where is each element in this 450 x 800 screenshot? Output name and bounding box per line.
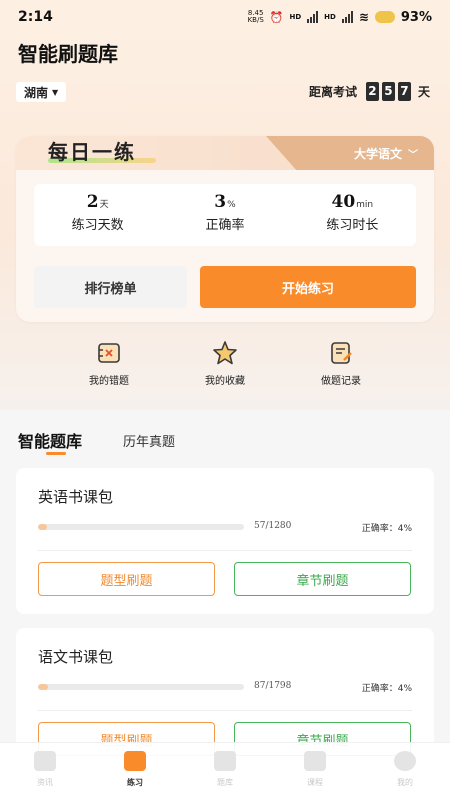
chevron-down-icon: ﹀ bbox=[408, 149, 418, 161]
nav-item-bank[interactable]: 题库 bbox=[180, 743, 270, 800]
carrier2-label: HD bbox=[324, 13, 336, 21]
countdown-digit: 2 bbox=[365, 82, 379, 101]
practice-by-type-button[interactable]: 题型刷题 bbox=[38, 562, 215, 596]
quick-link-records[interactable]: 做题记录 bbox=[291, 340, 391, 387]
weather-cloud-icon bbox=[374, 11, 395, 23]
start-practice-button[interactable]: 开始练习 bbox=[200, 266, 416, 308]
battery-level: 93% bbox=[400, 9, 432, 25]
progress-count: 87/1798 bbox=[254, 681, 292, 691]
stat-duration: 40min 练习时长 bbox=[326, 192, 379, 233]
progress-fill bbox=[38, 524, 48, 530]
practice-by-chapter-button[interactable]: 章节刷题 bbox=[234, 562, 411, 596]
progress-bar bbox=[38, 684, 244, 690]
star-icon bbox=[212, 340, 238, 366]
signal-icon bbox=[307, 11, 319, 23]
countdown-suffix: 天 bbox=[417, 85, 430, 99]
stat-practice-days: 2天 练习天数 bbox=[71, 192, 124, 233]
region-label: 湖南 bbox=[24, 85, 49, 100]
practice-icon bbox=[124, 751, 146, 771]
nav-item-news[interactable]: 资讯 bbox=[0, 743, 90, 800]
tab-smart-bank[interactable]: 智能题库 bbox=[18, 428, 82, 452]
daily-title: 每日一练 bbox=[48, 140, 136, 164]
accuracy-label: 正确率：4% bbox=[361, 524, 412, 534]
page-title: 智能刷题库 bbox=[18, 42, 118, 66]
video-icon bbox=[304, 751, 326, 771]
exam-countdown: 距离考试 2 5 7 天 bbox=[309, 82, 430, 101]
signal2-icon bbox=[341, 11, 353, 23]
book-icon bbox=[214, 751, 236, 771]
alarm-icon: ⏰ bbox=[269, 10, 284, 24]
countdown-digit: 7 bbox=[397, 82, 411, 101]
stat-accuracy: 3% 正确率 bbox=[205, 192, 245, 233]
active-tab-indicator bbox=[46, 452, 66, 455]
nav-item-practice[interactable]: 练习 bbox=[90, 743, 180, 800]
progress-count: 57/1280 bbox=[254, 521, 292, 531]
accuracy-label: 正确率：4% bbox=[361, 684, 412, 694]
status-bar: 2:14 8.45 KB/S ⏰ HD HD ≋ 93% bbox=[0, 0, 450, 34]
nav-item-profile[interactable]: 我的 bbox=[360, 743, 450, 800]
progress-bar bbox=[38, 524, 244, 530]
quick-link-favorites[interactable]: 我的收藏 bbox=[175, 340, 275, 387]
news-icon bbox=[34, 751, 56, 771]
region-selector[interactable]: 湖南 ▼ bbox=[16, 82, 67, 102]
pack-name: 语文书课包 bbox=[38, 648, 114, 666]
record-icon bbox=[328, 340, 354, 366]
pack-name: 英语书课包 bbox=[38, 488, 114, 506]
caret-down-icon: ▼ bbox=[52, 87, 59, 97]
countdown-prefix: 距离考试 bbox=[308, 85, 357, 99]
quick-link-wrong[interactable]: 我的错题 bbox=[59, 340, 159, 387]
nav-item-courses[interactable]: 课程 bbox=[270, 743, 360, 800]
stats-box: 2天 练习天数 3% 正确率 40min 练习时长 bbox=[34, 184, 416, 246]
carrier1-label: HD bbox=[289, 13, 302, 21]
divider bbox=[38, 710, 412, 711]
leaderboard-button[interactable]: 排行榜单 bbox=[34, 266, 187, 308]
progress-fill bbox=[38, 684, 48, 690]
wifi-icon: ≋ bbox=[358, 10, 369, 24]
course-pack-card: 英语书课包 57/1280 正确率：4% 题型刷题 章节刷题 bbox=[16, 468, 434, 614]
tab-past-papers[interactable]: 历年真题 bbox=[123, 431, 175, 450]
bottom-nav: 资讯 练习 题库 课程 我的 bbox=[0, 742, 450, 800]
countdown-digit: 5 bbox=[381, 82, 395, 101]
daily-practice-card: 每日一练 大学语文 ﹀ 2天 练习天数 3% 正确率 40min 练习时长 排行… bbox=[16, 136, 434, 322]
status-time: 2:14 bbox=[18, 9, 53, 25]
status-indicators: 8.45 KB/S ⏰ HD HD ≋ 93% bbox=[248, 10, 432, 25]
subject-label: 大学语文 bbox=[353, 146, 402, 161]
divider bbox=[38, 550, 412, 551]
network-speed: 8.45 KB/S bbox=[247, 9, 264, 24]
profile-icon bbox=[394, 751, 416, 771]
wrong-questions-icon bbox=[96, 340, 122, 366]
